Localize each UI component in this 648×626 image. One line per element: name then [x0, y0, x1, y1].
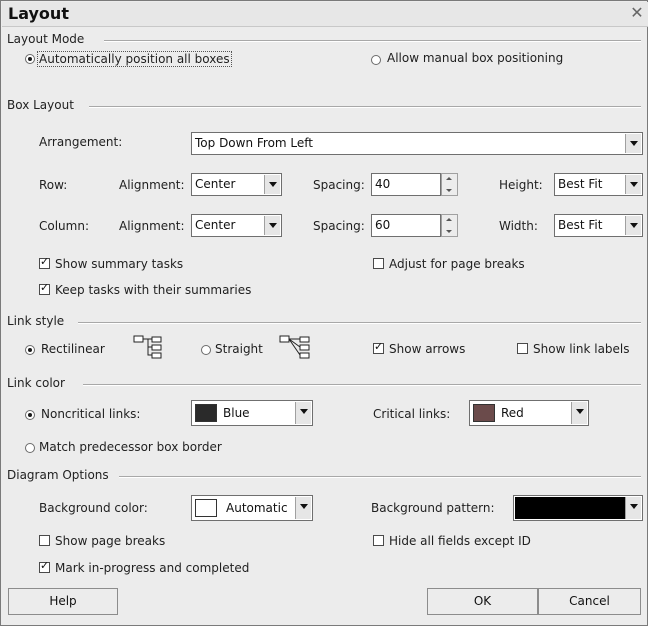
column-spacing-stepper[interactable] [441, 214, 458, 237]
rectilinear-label[interactable]: Rectilinear [41, 342, 105, 356]
show-summary-label[interactable]: Show summary tasks [55, 257, 183, 271]
divider [83, 384, 641, 386]
hide-fields-label[interactable]: Hide all fields except ID [389, 534, 531, 548]
row-alignment-value: Center [195, 177, 236, 191]
column-spacing-label: Spacing: [313, 219, 365, 233]
adjust-breaks-checkbox[interactable] [373, 258, 384, 269]
show-link-labels-label[interactable]: Show link labels [533, 342, 630, 356]
section-link-color: Link color [7, 376, 65, 390]
critical-value: Red [501, 406, 524, 420]
column-width-value: Best Fit [558, 218, 603, 232]
row-spacing-label: Spacing: [313, 178, 365, 192]
arrangement-select[interactable]: Top Down From Left [191, 132, 643, 155]
column-spacing-input[interactable]: 60 [371, 214, 441, 237]
keep-tasks-checkbox[interactable] [39, 281, 50, 295]
adjust-breaks-label[interactable]: Adjust for page breaks [389, 257, 525, 271]
bg-pattern-select[interactable] [513, 495, 643, 521]
divider [78, 322, 641, 324]
section-layout-mode: Layout Mode [7, 32, 85, 46]
title-bar: Layout ✕ [2, 2, 648, 27]
radio-noncritical[interactable] [25, 410, 35, 420]
chevron-down-icon[interactable] [264, 216, 280, 235]
cancel-button[interactable]: Cancel [538, 588, 641, 615]
show-summary-checkbox[interactable] [39, 255, 50, 269]
section-box-layout: Box Layout [7, 98, 74, 112]
chevron-down-icon[interactable] [625, 216, 641, 235]
row-spacing-input[interactable]: 40 [371, 173, 441, 196]
auto-position-label[interactable]: Automatically position all boxes [37, 51, 232, 67]
critical-label: Critical links: [373, 407, 451, 421]
help-button[interactable]: Help [8, 588, 118, 615]
manual-position-label[interactable]: Allow manual box positioning [387, 51, 563, 65]
divider [119, 476, 641, 478]
keep-tasks-label[interactable]: Keep tasks with their summaries [55, 283, 251, 297]
row-label: Row: [39, 178, 68, 192]
layout-dialog: Layout ✕ Layout Mode Automatically posit… [0, 0, 648, 626]
show-breaks-checkbox[interactable] [39, 535, 50, 546]
row-spacing-stepper[interactable] [441, 173, 458, 196]
section-diagram-options: Diagram Options [7, 468, 109, 482]
radio-rectilinear[interactable] [25, 345, 35, 355]
divider [89, 106, 641, 108]
spin-up-icon[interactable] [446, 177, 452, 180]
close-icon[interactable]: ✕ [629, 5, 645, 21]
arrangement-value: Top Down From Left [195, 136, 314, 150]
spin-down-icon[interactable] [446, 189, 452, 192]
noncritical-swatch [195, 404, 217, 422]
bg-pattern-swatch [515, 497, 625, 519]
column-spacing-value: 60 [375, 218, 391, 232]
show-arrows-checkbox[interactable] [373, 340, 384, 354]
column-width-label: Width: [499, 219, 538, 233]
mark-progress-label[interactable]: Mark in-progress and completed [55, 561, 249, 575]
column-alignment-label: Alignment: [119, 219, 185, 233]
radio-match-border[interactable] [25, 443, 35, 453]
column-width-select[interactable]: Best Fit [554, 214, 643, 237]
bg-color-label: Background color: [39, 501, 148, 515]
noncritical-label: Noncritical links: [41, 407, 141, 421]
row-height-value: Best Fit [558, 177, 603, 191]
hide-fields-checkbox[interactable] [373, 535, 384, 546]
match-border-label[interactable]: Match predecessor box border [39, 440, 222, 454]
spin-up-icon[interactable] [446, 218, 452, 221]
chevron-down-icon[interactable] [264, 175, 280, 194]
bg-color-swatch [195, 499, 217, 517]
row-spacing-value: 40 [375, 177, 391, 191]
bg-pattern-label: Background pattern: [371, 501, 495, 515]
row-height-select[interactable]: Best Fit [554, 173, 643, 196]
chevron-down-icon[interactable] [571, 402, 587, 424]
show-arrows-label[interactable]: Show arrows [389, 342, 465, 356]
chevron-down-icon[interactable] [625, 134, 641, 153]
critical-color-select[interactable]: Red [469, 400, 589, 426]
show-breaks-label[interactable]: Show page breaks [55, 534, 165, 548]
noncritical-value: Blue [223, 406, 250, 420]
straight-label[interactable]: Straight [215, 342, 263, 356]
chevron-down-icon[interactable] [295, 402, 311, 424]
row-alignment-label: Alignment: [119, 178, 185, 192]
bg-color-select[interactable]: Automatic [191, 495, 313, 521]
straight-tree-icon [279, 335, 310, 359]
bg-color-value: Automatic [226, 501, 288, 515]
mark-progress-checkbox[interactable] [39, 559, 50, 573]
column-alignment-select[interactable]: Center [191, 214, 282, 237]
ok-button[interactable]: OK [427, 588, 538, 615]
arrangement-label: Arrangement: [39, 135, 123, 149]
row-alignment-select[interactable]: Center [191, 173, 282, 196]
radio-manual-position[interactable] [371, 55, 381, 65]
critical-swatch [473, 404, 495, 422]
section-link-style: Link style [7, 314, 65, 328]
radio-auto-position[interactable] [25, 54, 35, 64]
radio-straight[interactable] [201, 345, 211, 355]
spin-down-icon[interactable] [446, 230, 452, 233]
show-link-labels-checkbox[interactable] [517, 343, 528, 354]
column-alignment-value: Center [195, 218, 236, 232]
chevron-down-icon[interactable] [625, 497, 641, 519]
dialog-title: Layout [8, 4, 69, 23]
column-label: Column: [39, 219, 89, 233]
divider [104, 40, 641, 42]
noncritical-color-select[interactable]: Blue [191, 400, 313, 426]
rectilinear-tree-icon [133, 335, 162, 359]
chevron-down-icon[interactable] [625, 175, 641, 194]
chevron-down-icon[interactable] [295, 497, 311, 519]
row-height-label: Height: [499, 178, 543, 192]
